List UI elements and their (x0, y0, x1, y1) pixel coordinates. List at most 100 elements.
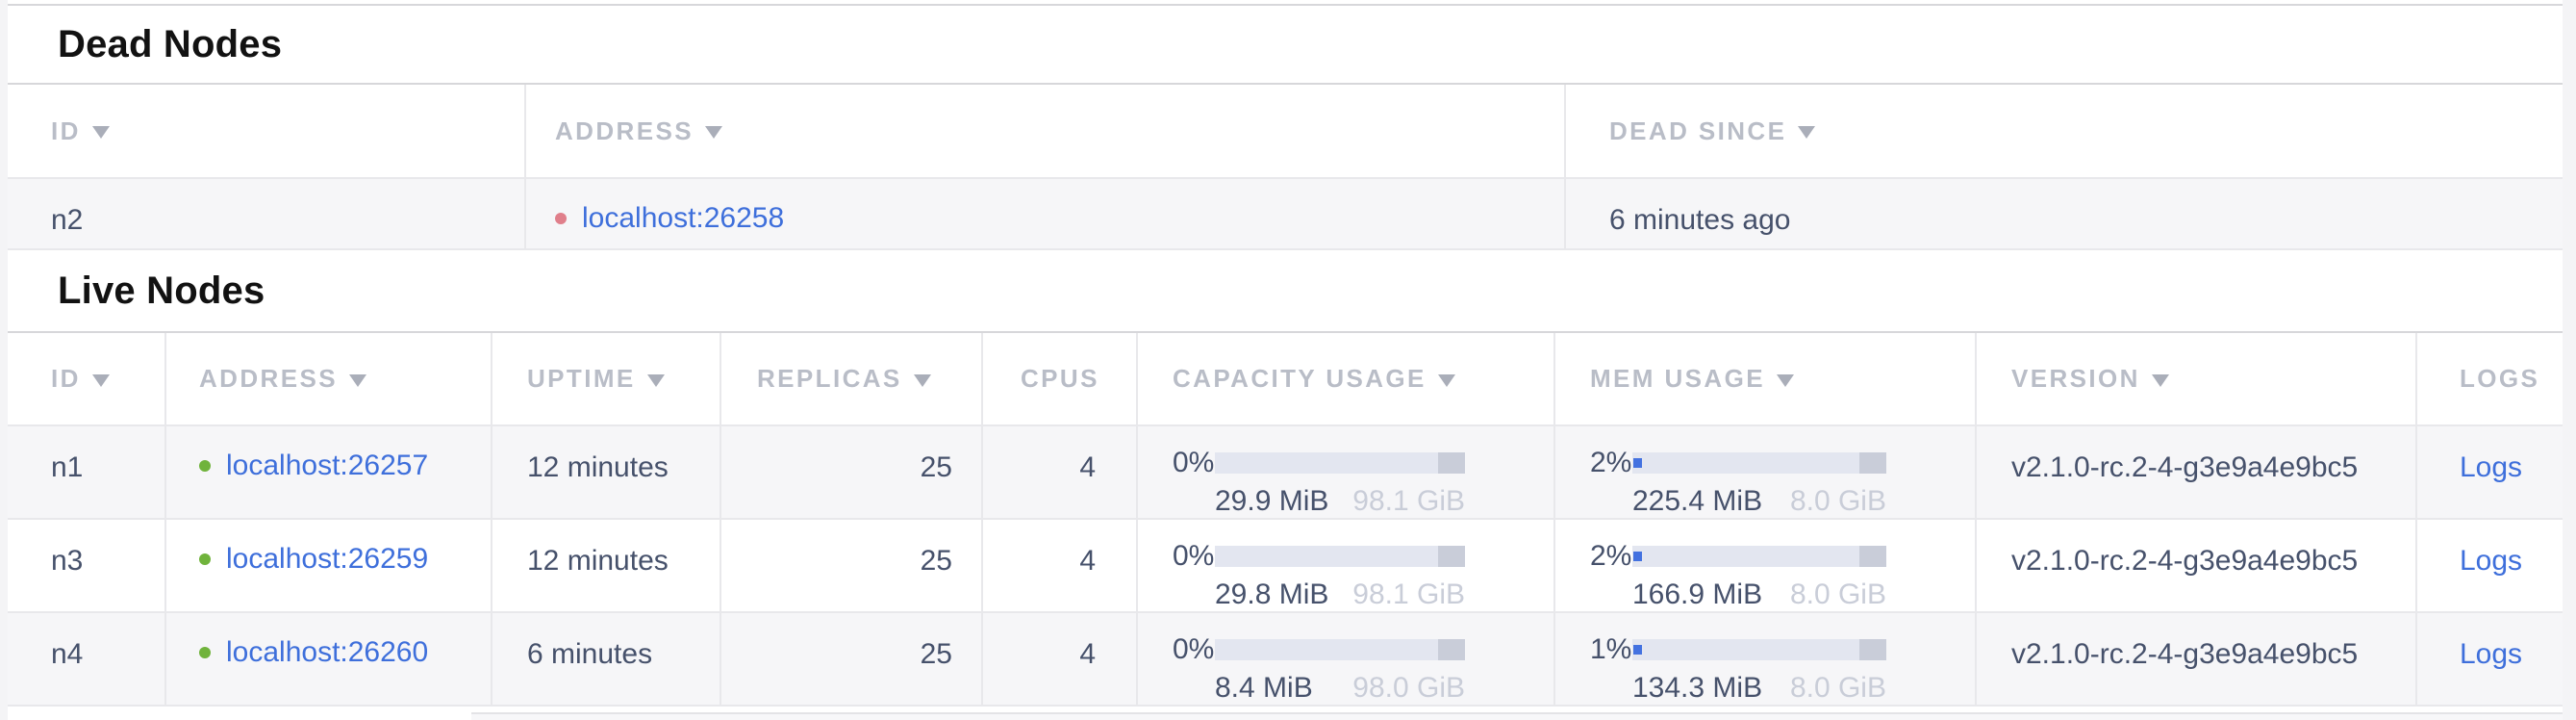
node-logs-cell: Logs (2417, 520, 2563, 611)
capacity-pct: 0% (1173, 633, 1215, 666)
capacity-pct: 0% (1173, 447, 1215, 479)
node-logs-link[interactable]: Logs (2460, 545, 2522, 577)
bottom-strip (8, 707, 2563, 720)
mem-used: 166.9 MiB (1632, 580, 1762, 609)
dead-node-row: n2 localhost:26258 6 minutes ago (8, 179, 2563, 250)
sort-desc-icon (647, 374, 665, 387)
node-logs-link[interactable]: Logs (2460, 638, 2522, 670)
live-col-header-cpus: CPUS (983, 333, 1138, 424)
mem-total: 8.0 GiB (1790, 580, 1886, 609)
node-capacity-usage-cell: 0% 29.9 MiB 98.1 GiB (1138, 426, 1555, 518)
node-uptime: 12 minutes (492, 426, 721, 518)
node-cpus: 4 (983, 520, 1138, 611)
sort-desc-icon (914, 374, 931, 387)
dead-status-dot-icon (555, 213, 567, 224)
capacity-bar (1215, 546, 1465, 567)
sort-desc-icon (349, 374, 366, 387)
dead-node-dead-since: 6 minutes ago (1566, 179, 2563, 248)
node-logs-link[interactable]: Logs (2460, 451, 2522, 483)
mem-pct: 1% (1590, 633, 1632, 666)
live-nodes-title: Live Nodes (58, 270, 265, 313)
node-address-cell: localhost:26259 (166, 520, 492, 611)
mem-bar (1632, 639, 1886, 660)
live-node-row: n4 localhost:26260 6 minutes 25 4 0% 8.4… (8, 613, 2563, 707)
sort-desc-icon (1438, 374, 1455, 387)
live-col-header-version[interactable]: VERSION (1977, 333, 2417, 424)
capacity-pct: 0% (1173, 540, 1215, 573)
mem-pct: 2% (1590, 540, 1632, 573)
live-node-row: n1 localhost:26257 12 minutes 25 4 0% 29… (8, 426, 2563, 520)
capacity-used: 29.8 MiB (1215, 580, 1328, 609)
sort-desc-icon (92, 126, 110, 139)
live-nodes-table-header: ID ADDRESS UPTIME REPLICAS CPUS CAPACITY… (8, 331, 2563, 426)
node-version: v2.1.0-rc.2-4-g3e9a4e9bc5 (1977, 613, 2417, 705)
live-col-header-replicas[interactable]: REPLICAS (721, 333, 983, 424)
sort-desc-icon (1798, 126, 1815, 139)
sort-desc-icon (2152, 374, 2169, 387)
dead-col-header-address[interactable]: ADDRESS (526, 85, 1566, 177)
node-logs-cell: Logs (2417, 613, 2563, 705)
next-section-edge (471, 712, 2563, 720)
mem-used: 225.4 MiB (1632, 487, 1762, 516)
node-capacity-usage-cell: 0% 8.4 MiB 98.0 GiB (1138, 613, 1555, 705)
nodes-overview-page: Dead Nodes ID ADDRESS DEAD SINCE n2 loca… (8, 0, 2563, 720)
node-uptime: 12 minutes (492, 520, 721, 611)
capacity-used: 29.9 MiB (1215, 487, 1328, 516)
capacity-bar (1215, 639, 1465, 660)
capacity-used: 8.4 MiB (1215, 674, 1313, 703)
live-col-header-id[interactable]: ID (8, 333, 166, 424)
node-capacity-usage-cell: 0% 29.8 MiB 98.1 GiB (1138, 520, 1555, 611)
node-uptime: 6 minutes (492, 613, 721, 705)
node-mem-usage-cell: 2% 166.9 MiB 8.0 GiB (1555, 520, 1977, 611)
node-version: v2.1.0-rc.2-4-g3e9a4e9bc5 (1977, 426, 2417, 518)
node-address-cell: localhost:26257 (166, 426, 492, 518)
sort-desc-icon (705, 126, 722, 139)
live-col-header-logs: LOGS (2417, 333, 2563, 424)
live-node-row: n3 localhost:26259 12 minutes 25 4 0% 29… (8, 520, 2563, 613)
mem-total: 8.0 GiB (1790, 487, 1886, 516)
sort-desc-icon (92, 374, 110, 387)
node-mem-usage-cell: 1% 134.3 MiB 8.0 GiB (1555, 613, 1977, 705)
mem-pct: 2% (1590, 447, 1632, 479)
node-address-link[interactable]: localhost:26259 (226, 543, 428, 576)
dead-node-address-cell: localhost:26258 (526, 179, 1566, 248)
node-id: n3 (8, 520, 166, 611)
node-logs-cell: Logs (2417, 426, 2563, 518)
dead-col-header-id[interactable]: ID (8, 85, 526, 177)
capacity-total: 98.1 GiB (1352, 580, 1465, 609)
node-id: n4 (8, 613, 166, 705)
live-col-header-address[interactable]: ADDRESS (166, 333, 492, 424)
node-replicas: 25 (721, 426, 983, 518)
node-address-link[interactable]: localhost:26257 (226, 450, 428, 482)
dead-node-id: n2 (8, 179, 526, 248)
live-status-dot-icon (199, 460, 211, 472)
dead-nodes-heading: Dead Nodes (8, 4, 2563, 83)
capacity-total: 98.1 GiB (1352, 487, 1465, 516)
dead-nodes-title: Dead Nodes (58, 23, 282, 66)
node-version: v2.1.0-rc.2-4-g3e9a4e9bc5 (1977, 520, 2417, 611)
dead-nodes-table-header: ID ADDRESS DEAD SINCE (8, 83, 2563, 179)
dead-node-address-link[interactable]: localhost:26258 (582, 202, 784, 235)
dead-col-header-dead-since[interactable]: DEAD SINCE (1566, 85, 2563, 177)
node-id: n1 (8, 426, 166, 518)
node-replicas: 25 (721, 520, 983, 611)
capacity-total: 98.0 GiB (1352, 674, 1465, 703)
node-mem-usage-cell: 2% 225.4 MiB 8.0 GiB (1555, 426, 1977, 518)
live-col-header-mem-usage[interactable]: MEM USAGE (1555, 333, 1977, 424)
mem-bar (1632, 452, 1886, 474)
live-status-dot-icon (199, 553, 211, 565)
node-cpus: 4 (983, 426, 1138, 518)
live-col-header-uptime[interactable]: UPTIME (492, 333, 721, 424)
live-col-header-capacity-usage[interactable]: CAPACITY USAGE (1138, 333, 1555, 424)
capacity-bar (1215, 452, 1465, 474)
node-cpus: 4 (983, 613, 1138, 705)
node-address-link[interactable]: localhost:26260 (226, 636, 428, 669)
mem-used: 134.3 MiB (1632, 674, 1762, 703)
live-nodes-heading: Live Nodes (8, 250, 2563, 331)
live-status-dot-icon (199, 647, 211, 658)
live-nodes-table: ID ADDRESS UPTIME REPLICAS CPUS CAPACITY… (8, 331, 2563, 707)
node-address-cell: localhost:26260 (166, 613, 492, 705)
mem-bar (1632, 546, 1886, 567)
node-replicas: 25 (721, 613, 983, 705)
mem-total: 8.0 GiB (1790, 674, 1886, 703)
